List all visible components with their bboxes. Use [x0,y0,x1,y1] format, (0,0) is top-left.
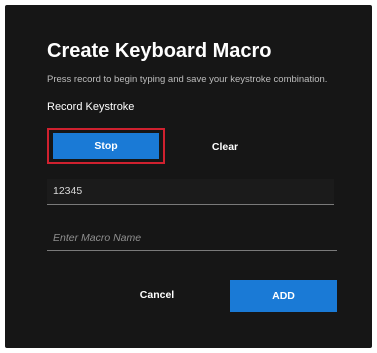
add-button[interactable]: ADD [230,280,337,312]
dialog-subtitle: Press record to begin typing and save yo… [47,74,328,85]
keystroke-value-field[interactable]: 12345 [47,179,334,205]
cancel-button[interactable]: Cancel [117,280,197,310]
dialog-title: Create Keyboard Macro [47,40,272,62]
clear-button[interactable]: Clear [195,135,255,159]
stop-button[interactable]: Stop [53,133,159,159]
record-keystroke-label: Record Keystroke [47,101,135,113]
stop-button-focus-outline: Stop [47,128,165,164]
macro-name-input[interactable] [47,226,337,251]
create-macro-dialog: Create Keyboard Macro Press record to be… [5,5,372,348]
